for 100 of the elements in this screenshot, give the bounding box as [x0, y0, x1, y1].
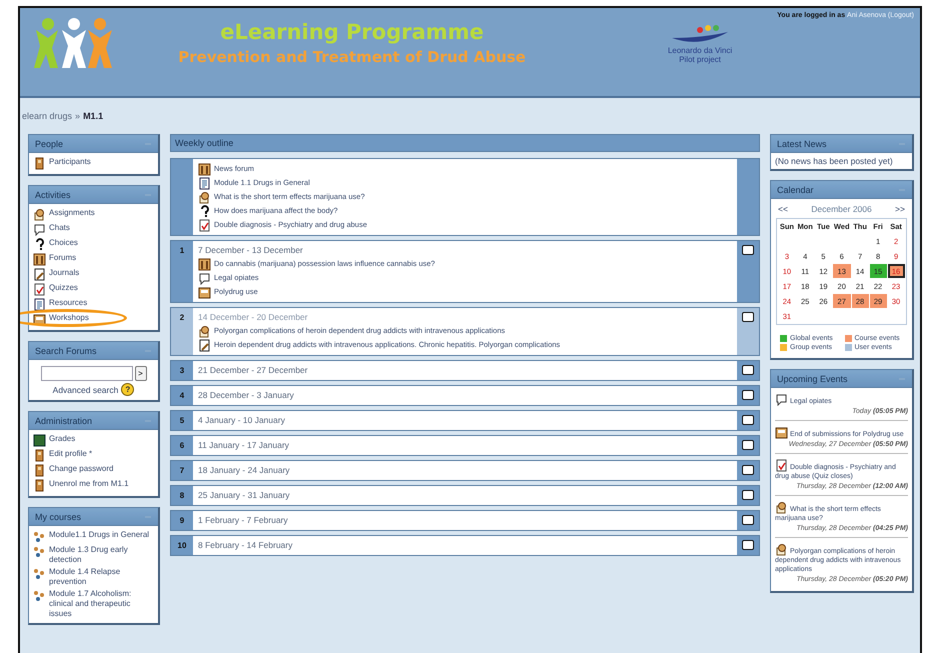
document-icon	[33, 298, 46, 311]
next-month-link[interactable]: >>	[895, 204, 905, 214]
week-dates: 28 December - 3 January	[198, 389, 294, 402]
week-toggle-icon[interactable]	[742, 365, 754, 375]
week-number: 6	[180, 441, 184, 450]
document-icon	[198, 176, 211, 190]
user-icon	[33, 449, 46, 462]
week-toggle-icon[interactable]	[742, 440, 754, 450]
week-number: 10	[178, 541, 186, 550]
block-title: Activities	[35, 190, 71, 200]
course-icon	[33, 567, 46, 580]
sidebar-link[interactable]: Module1.1 Drugs in General	[49, 530, 150, 540]
sidebar-link[interactable]: Chats	[49, 223, 70, 233]
workshop-icon	[198, 286, 211, 298]
week-toggle-icon[interactable]	[742, 490, 754, 500]
previous-month-link[interactable]: <<	[778, 204, 788, 214]
site-title: eLearning Programme	[220, 20, 484, 44]
week-dates: 21 December - 27 December	[198, 364, 308, 377]
forum-icon	[198, 162, 211, 176]
assignment-icon	[198, 190, 211, 204]
course-icon	[33, 589, 46, 602]
block-title: Administration	[35, 416, 92, 426]
sidebar-link[interactable]: Assignments	[49, 208, 95, 218]
week-number: 9	[180, 516, 184, 525]
quiz-icon	[198, 218, 211, 232]
partner-caption: Pilot project	[679, 55, 721, 64]
week-dates: 8 February - 14 February	[198, 539, 292, 552]
sidebar-link[interactable]: Module 1.4 Relapse prevention	[49, 567, 154, 587]
site-subtitle: Prevention and Treatment of Drud Abuse	[178, 48, 526, 66]
journal-icon	[198, 338, 211, 352]
question-mark-icon	[33, 238, 46, 251]
week-dates: 18 January - 24 January	[198, 464, 290, 477]
block-title: Upcoming Events	[777, 374, 848, 384]
outline-title: Weekly outline	[175, 138, 234, 148]
sidebar-link[interactable]: Choices	[49, 238, 78, 248]
speech-bubble-icon	[775, 393, 788, 406]
week-toggle-icon[interactable]	[742, 515, 754, 525]
week-number: 3	[180, 366, 184, 375]
forum-icon	[33, 253, 46, 266]
sidebar-link[interactable]: Resources	[49, 298, 88, 308]
breadcrumb-link[interactable]: elearn drugs	[22, 111, 72, 121]
breadcrumb-current: M1.1	[83, 111, 104, 121]
week-dates: 1 February - 7 February	[198, 514, 288, 527]
quiz-icon	[775, 459, 788, 472]
journal-icon	[33, 268, 46, 281]
sidebar-link[interactable]: Change password	[49, 464, 114, 474]
week-number: 8	[180, 491, 184, 500]
week-toggle-icon[interactable]	[742, 390, 754, 400]
quiz-icon	[33, 283, 46, 296]
sidebar-link[interactable]: Unenrol me from M1.1	[49, 479, 129, 489]
assignment-icon	[33, 208, 46, 221]
course-icon	[33, 530, 46, 543]
week-number: 7	[180, 466, 184, 475]
week-number: 4	[180, 391, 184, 400]
block-title: My courses	[35, 512, 82, 522]
sidebar-link[interactable]: Workshops	[49, 313, 89, 323]
week-dates: 7 December - 13 December	[198, 244, 303, 257]
sidebar-link[interactable]: Grades	[49, 434, 76, 444]
advanced-search-link[interactable]: Advanced search	[52, 384, 118, 394]
workshop-icon	[775, 426, 788, 439]
grades-icon	[33, 434, 46, 447]
week-toggle-icon[interactable]	[742, 465, 754, 475]
question-mark-icon	[198, 204, 211, 218]
week-toggle-icon[interactable]	[742, 312, 754, 322]
news-message: (No news has been posted yet)	[775, 156, 893, 166]
sidebar-link[interactable]: Module 1.3 Drug early detection	[49, 545, 154, 565]
week-number: 5	[180, 416, 184, 425]
week-dates: 14 December - 20 December	[198, 311, 308, 324]
user-icon	[33, 157, 46, 170]
user-icon	[33, 479, 46, 492]
week-number: 1	[180, 246, 184, 255]
sidebar-link[interactable]: Module 1.7 Alcoholism: clinical and therapeutic issues	[49, 589, 154, 619]
sidebar-link[interactable]: Forums	[49, 253, 76, 263]
partner-caption: Leonardo da Vinci	[668, 46, 732, 55]
week-toggle-icon[interactable]	[742, 245, 754, 255]
sidebar-link[interactable]: Journals	[49, 268, 80, 278]
workshop-icon	[33, 313, 46, 326]
speech-bubble-icon	[33, 223, 46, 236]
search-field[interactable]	[40, 366, 132, 381]
assignment-icon	[198, 324, 211, 338]
week-number: 2	[180, 313, 184, 322]
month-title: December 2006	[811, 204, 872, 214]
user-icon	[33, 464, 46, 477]
speech-bubble-icon	[198, 272, 211, 284]
search-button[interactable]: >	[134, 366, 146, 381]
block-title: People	[35, 138, 64, 148]
assignment-icon	[775, 501, 788, 514]
sidebar-link[interactable]: Edit profile *	[49, 449, 92, 459]
week-dates: 4 January - 10 January	[198, 414, 285, 427]
week-dates: 25 January - 31 January	[198, 489, 290, 502]
week-toggle-icon[interactable]	[742, 415, 754, 425]
assignment-icon	[775, 543, 788, 556]
block-title: Calendar	[777, 184, 814, 194]
sidebar-link[interactable]: Quizzes	[49, 283, 78, 293]
week-toggle-icon[interactable]	[742, 540, 754, 550]
breadcrumb-separator: »	[75, 111, 80, 121]
forum-icon	[198, 258, 211, 270]
sidebar-link[interactable]: Participants	[49, 157, 91, 167]
course-icon	[33, 545, 46, 558]
help-icon[interactable]: ?	[121, 383, 134, 396]
